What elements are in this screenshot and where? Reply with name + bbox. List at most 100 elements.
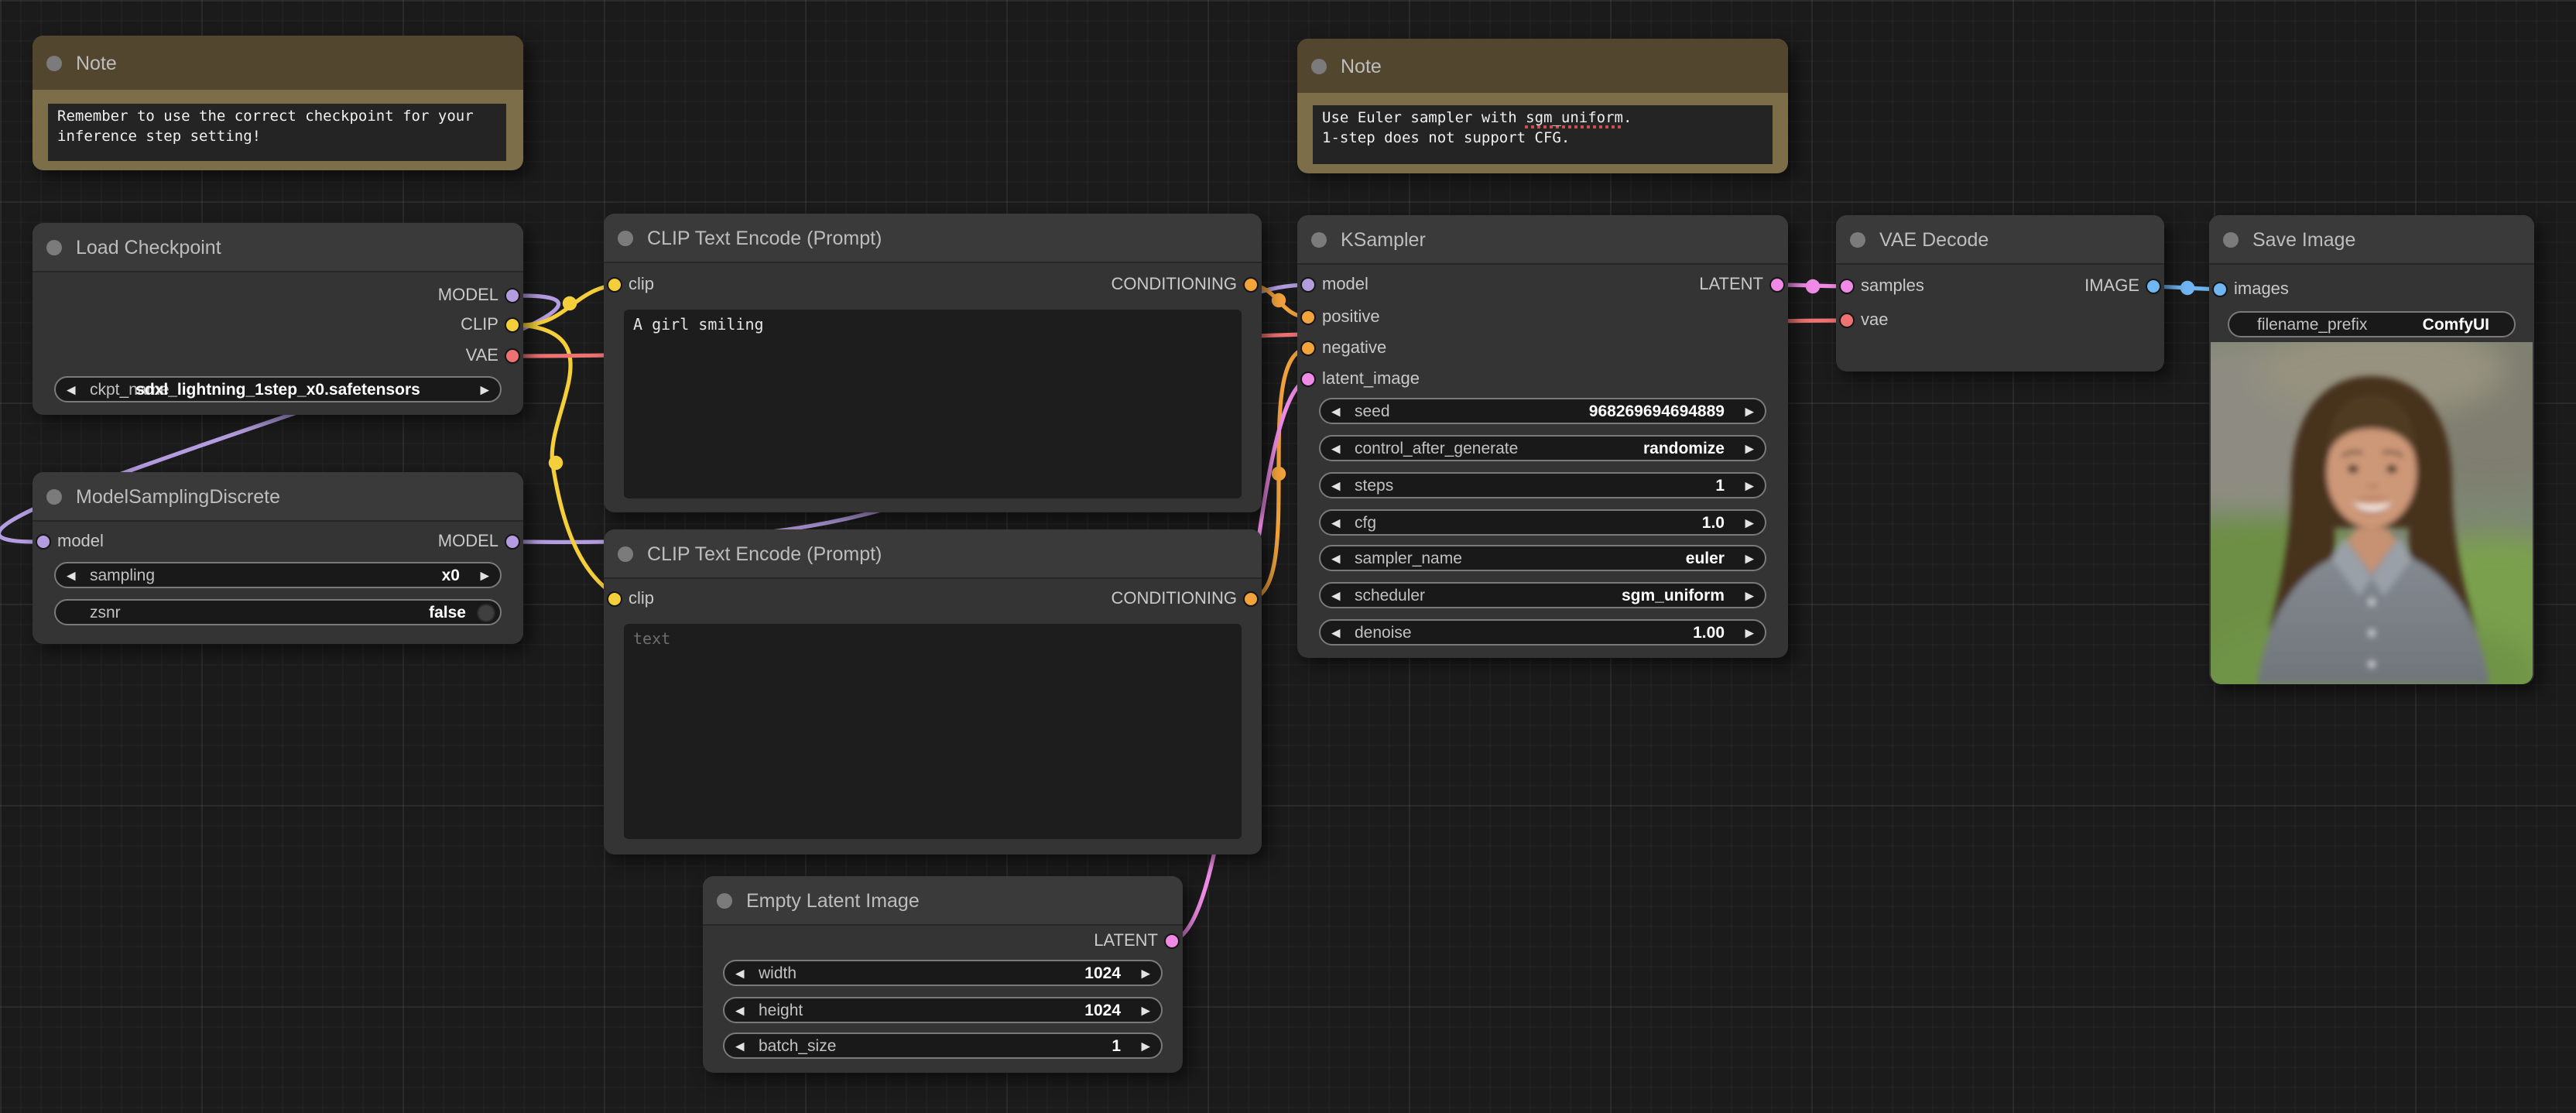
node-title: KSampler: [1341, 228, 1426, 250]
image-output-port[interactable]: [2146, 279, 2161, 294]
ckpt-name-widget[interactable]: ◀ ckpt_name sdxl_lightning_1step_x0.safe…: [54, 376, 502, 402]
collapse-dot-icon[interactable]: [46, 488, 62, 504]
clip-text-encode-negative-node[interactable]: CLIP Text Encode (Prompt) clip CONDITION…: [604, 529, 1262, 854]
steps-widget[interactable]: ◀ steps 1 ▶: [1319, 472, 1766, 498]
widget-prev-arrow-icon[interactable]: ◀: [1331, 479, 1341, 491]
clip-output-port[interactable]: [505, 317, 520, 333]
collapse-dot-icon[interactable]: [2223, 231, 2239, 247]
input-slot-images: images: [2209, 276, 2534, 303]
clip-negative-titlebar[interactable]: CLIP Text Encode (Prompt): [604, 529, 1262, 579]
note-node-right[interactable]: Note Use Euler sampler with sgm_uniform.…: [1297, 39, 1788, 173]
widget-next-arrow-icon[interactable]: ▶: [1745, 479, 1754, 491]
widget-prev-arrow-icon[interactable]: ◀: [735, 967, 745, 979]
sampling-widget[interactable]: ◀ sampling x0 ▶: [54, 562, 502, 588]
zsnr-toggle-widget[interactable]: zsnr false: [54, 599, 502, 625]
model-sampling-discrete-node[interactable]: ModelSamplingDiscrete model MODEL ◀ samp…: [33, 472, 523, 644]
collapse-dot-icon[interactable]: [46, 55, 62, 70]
negative-input-port[interactable]: [1300, 341, 1316, 356]
widget-prev-arrow-icon[interactable]: ◀: [67, 569, 76, 581]
widget-next-arrow-icon[interactable]: ▶: [480, 383, 489, 396]
note-left-text[interactable]: Remember to use the correct checkpoint f…: [48, 104, 506, 161]
note-left-titlebar[interactable]: Note: [33, 36, 523, 90]
widget-next-arrow-icon[interactable]: ▶: [1745, 589, 1754, 601]
conditioning-output-port[interactable]: [1243, 591, 1259, 607]
widget-prev-arrow-icon[interactable]: ◀: [1331, 589, 1341, 601]
clip-text-encode-positive-node[interactable]: CLIP Text Encode (Prompt) clip CONDITION…: [604, 214, 1262, 512]
clip-input-port[interactable]: [607, 591, 622, 607]
io-slot-model: model MODEL: [33, 528, 523, 556]
collapse-dot-icon[interactable]: [1311, 231, 1327, 247]
vae-decode-node[interactable]: VAE Decode samples IMAGE vae: [1836, 215, 2164, 372]
widget-prev-arrow-icon[interactable]: ◀: [735, 1039, 745, 1052]
node-graph-canvas[interactable]: Note Remember to use the correct checkpo…: [0, 0, 2576, 1113]
images-input-port[interactable]: [2212, 282, 2228, 297]
widget-prev-arrow-icon[interactable]: ◀: [1331, 552, 1341, 564]
io-slot-clip: clip CONDITIONING: [604, 585, 1262, 613]
vae-decode-titlebar[interactable]: VAE Decode: [1836, 215, 2164, 265]
positive-input-port[interactable]: [1300, 310, 1316, 325]
widget-next-arrow-icon[interactable]: ▶: [1745, 442, 1754, 454]
note-right-titlebar[interactable]: Note: [1297, 39, 1788, 93]
model-output-port[interactable]: [505, 288, 520, 303]
collapse-dot-icon[interactable]: [717, 892, 732, 908]
input-slot-positive: positive: [1297, 303, 1788, 331]
collapse-dot-icon[interactable]: [618, 230, 633, 245]
collapse-dot-icon[interactable]: [46, 239, 62, 255]
batch-size-widget[interactable]: ◀ batch_size 1 ▶: [723, 1033, 1163, 1059]
widget-next-arrow-icon[interactable]: ▶: [1745, 405, 1754, 417]
empty-latent-image-node[interactable]: Empty Latent Image LATENT ◀ width 1024 ▶…: [703, 876, 1183, 1073]
ksampler-node[interactable]: KSampler model LATENT positive negative …: [1297, 215, 1788, 658]
denoise-widget[interactable]: ◀ denoise 1.00 ▶: [1319, 619, 1766, 646]
widget-next-arrow-icon[interactable]: ▶: [480, 569, 489, 581]
latent-output-port[interactable]: [1769, 277, 1785, 293]
positive-prompt-textarea[interactable]: A girl smiling: [624, 310, 1242, 498]
collapse-dot-icon[interactable]: [618, 546, 633, 561]
collapse-dot-icon[interactable]: [1311, 58, 1327, 74]
widget-next-arrow-icon[interactable]: ▶: [1745, 516, 1754, 529]
widget-next-arrow-icon[interactable]: ▶: [1141, 1004, 1150, 1016]
widget-next-arrow-icon[interactable]: ▶: [1141, 967, 1150, 979]
cfg-widget[interactable]: ◀ cfg 1.0 ▶: [1319, 509, 1766, 536]
widget-next-arrow-icon[interactable]: ▶: [1745, 552, 1754, 564]
height-widget[interactable]: ◀ height 1024 ▶: [723, 997, 1163, 1023]
model-output-port[interactable]: [505, 534, 520, 550]
load-checkpoint-titlebar[interactable]: Load Checkpoint: [33, 223, 523, 272]
node-title: Save Image: [2252, 228, 2356, 250]
empty-latent-titlebar[interactable]: Empty Latent Image: [703, 876, 1183, 926]
model-sampling-titlebar[interactable]: ModelSamplingDiscrete: [33, 472, 523, 522]
widget-prev-arrow-icon[interactable]: ◀: [1331, 626, 1341, 639]
sampler-name-widget[interactable]: ◀ sampler_name euler ▶: [1319, 545, 1766, 571]
width-widget[interactable]: ◀ width 1024 ▶: [723, 960, 1163, 986]
control-after-generate-widget[interactable]: ◀ control_after_generate randomize ▶: [1319, 435, 1766, 461]
widget-prev-arrow-icon[interactable]: ◀: [1331, 442, 1341, 454]
latent-image-input-port[interactable]: [1300, 372, 1316, 387]
samples-input-port[interactable]: [1839, 279, 1855, 294]
load-checkpoint-node[interactable]: Load Checkpoint MODEL CLIP VAE ◀ ckpt_na…: [33, 223, 523, 415]
save-image-node[interactable]: Save Image images filename_prefix ComfyU…: [2209, 215, 2534, 684]
seed-widget[interactable]: ◀ seed 968269694694889 ▶: [1319, 398, 1766, 424]
widget-prev-arrow-icon[interactable]: ◀: [735, 1004, 745, 1016]
widget-next-arrow-icon[interactable]: ▶: [1745, 626, 1754, 639]
vae-output-port[interactable]: [505, 348, 520, 364]
clip-positive-titlebar[interactable]: CLIP Text Encode (Prompt): [604, 214, 1262, 263]
widget-next-arrow-icon[interactable]: ▶: [1141, 1039, 1150, 1052]
scheduler-widget[interactable]: ◀ scheduler sgm_uniform ▶: [1319, 582, 1766, 608]
latent-output-port[interactable]: [1164, 933, 1180, 949]
note-node-left[interactable]: Note Remember to use the correct checkpo…: [33, 36, 523, 170]
output-slot-latent: LATENT: [703, 927, 1183, 955]
conditioning-output-port[interactable]: [1243, 277, 1259, 293]
note-right-text[interactable]: Use Euler sampler with sgm_uniform. 1-ste…: [1313, 105, 1773, 164]
ksampler-titlebar[interactable]: KSampler: [1297, 215, 1788, 265]
clip-input-port[interactable]: [607, 277, 622, 293]
model-input-port[interactable]: [36, 534, 51, 550]
widget-prev-arrow-icon[interactable]: ◀: [67, 383, 76, 396]
vae-input-port[interactable]: [1839, 313, 1855, 328]
save-image-titlebar[interactable]: Save Image: [2209, 215, 2534, 265]
boolean-toggle-knob[interactable]: [477, 603, 495, 622]
widget-prev-arrow-icon[interactable]: ◀: [1331, 405, 1341, 417]
model-input-port[interactable]: [1300, 277, 1316, 293]
negative-prompt-textarea[interactable]: text: [624, 624, 1242, 839]
widget-prev-arrow-icon[interactable]: ◀: [1331, 516, 1341, 529]
collapse-dot-icon[interactable]: [1850, 231, 1865, 247]
filename-prefix-widget[interactable]: filename_prefix ComfyUI: [2228, 311, 2516, 337]
